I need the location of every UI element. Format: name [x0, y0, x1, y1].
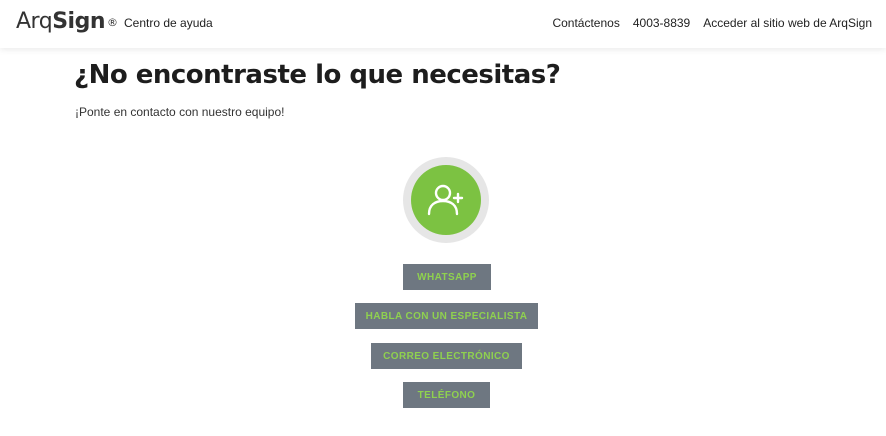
- website-link[interactable]: Acceder al sitio web de ArqSign: [703, 16, 872, 30]
- phone-button[interactable]: TELÉFONO: [403, 382, 490, 408]
- email-button[interactable]: CORREO ELECTRÓNICO: [371, 343, 522, 369]
- whatsapp-button[interactable]: WHATSAPP: [403, 264, 491, 290]
- header-nav-links: Contáctenos 4003-8839 Acceder al sitio w…: [552, 16, 872, 30]
- avatar-circle: [411, 165, 481, 235]
- logo-text-light: Arq: [16, 9, 53, 34]
- arqsign-logo[interactable]: Arq Sign ®: [16, 9, 118, 37]
- page-subtitle: ¡Ponte en contacto con nuestro equipo!: [75, 105, 285, 119]
- phone-number-link[interactable]: 4003-8839: [633, 16, 690, 30]
- help-center-link[interactable]: Centro de ayuda: [124, 16, 213, 30]
- top-navigation-bar: Arq Sign ® Centro de ayuda Contáctenos 400…: [0, 0, 886, 48]
- contact-avatar: [403, 157, 489, 243]
- page-title: ¿No encontraste lo que necesitas?: [74, 60, 561, 90]
- logo-text-bold: Sign: [52, 9, 105, 34]
- add-user-icon: [427, 184, 464, 216]
- logo-registered-mark: ®: [106, 16, 118, 29]
- contact-link[interactable]: Contáctenos: [552, 16, 619, 30]
- talk-to-specialist-button[interactable]: HABLA CON UN ESPECIALISTA: [355, 303, 538, 329]
